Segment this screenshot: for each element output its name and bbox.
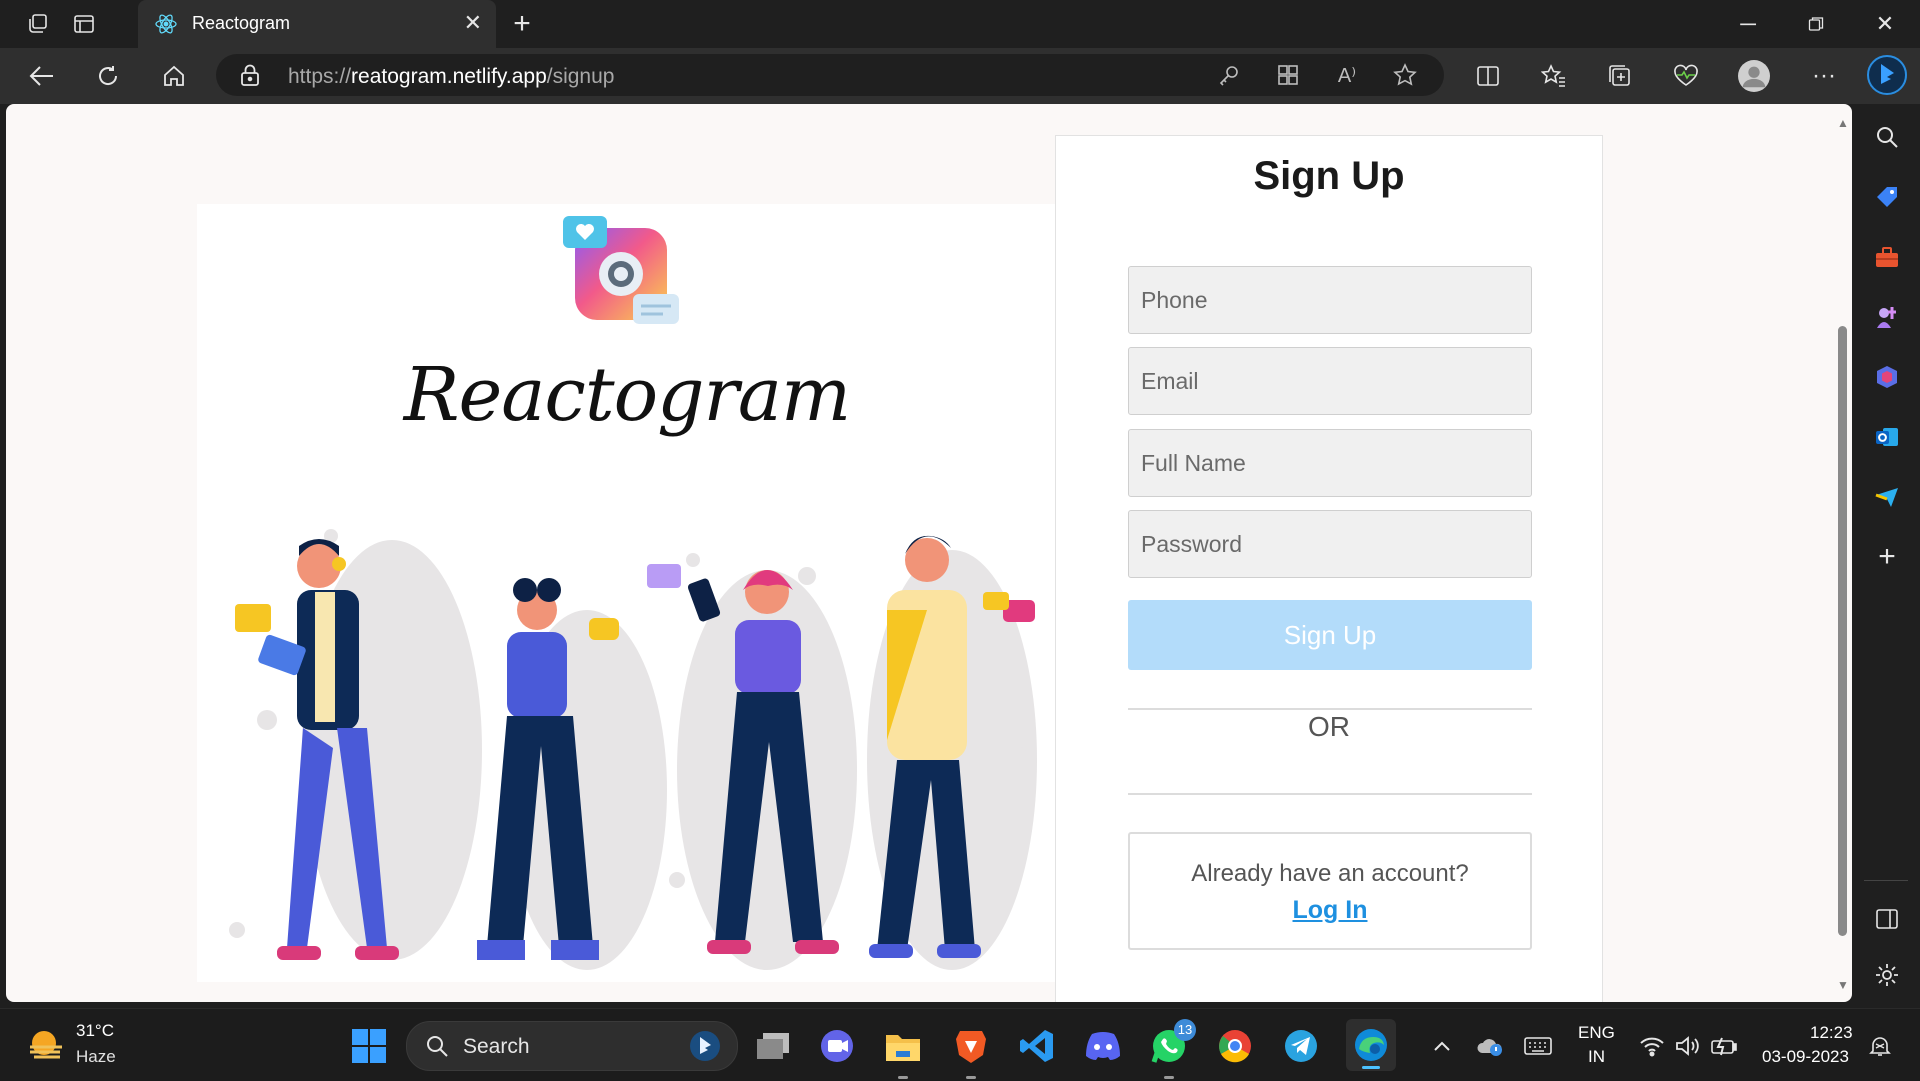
apps-icon[interactable]	[1275, 63, 1301, 87]
teams-chat-icon[interactable]	[818, 1027, 856, 1065]
collections-icon[interactable]	[1604, 61, 1636, 91]
tools-icon[interactable]	[1872, 242, 1902, 272]
password-input[interactable]	[1128, 510, 1532, 578]
reactogram-logo	[563, 216, 679, 324]
people-illustration	[229, 529, 1037, 970]
shopping-tag-icon[interactable]	[1872, 182, 1902, 212]
discord-icon[interactable]	[1084, 1027, 1122, 1065]
divider-top	[1128, 708, 1532, 710]
scrollbar-thumb[interactable]	[1838, 326, 1847, 936]
vscode-icon[interactable]	[1018, 1027, 1056, 1065]
whatsapp-running-indicator	[1164, 1076, 1174, 1079]
home-icon[interactable]	[158, 61, 190, 91]
refresh-icon[interactable]	[92, 61, 124, 91]
tab-title: Reactogram	[192, 13, 291, 33]
illustration-panel: Reactogram	[197, 204, 1057, 982]
outlook-icon[interactable]	[1872, 422, 1902, 452]
divider-bottom	[1128, 793, 1532, 795]
explorer-running-indicator	[898, 1076, 908, 1079]
sidebar-divider	[1864, 880, 1908, 881]
profile-icon[interactable]	[1738, 60, 1770, 92]
search-icon[interactable]	[1872, 122, 1902, 152]
whatsapp-badge: 13	[1174, 1019, 1196, 1041]
brave-running-indicator	[966, 1076, 976, 1079]
games-icon[interactable]	[1872, 302, 1902, 332]
minimize-button[interactable]: ─	[1733, 10, 1763, 38]
react-favicon-icon	[155, 14, 177, 34]
keyboard-icon[interactable]	[1524, 1033, 1552, 1059]
restore-button[interactable]	[1801, 10, 1831, 38]
onedrive-icon[interactable]	[1476, 1033, 1504, 1059]
sidebar-toggle-icon[interactable]	[1872, 904, 1902, 934]
favorite-star-icon[interactable]	[1392, 63, 1418, 87]
page-viewport: Reactogram Sign Up Phone Email Full Name…	[6, 104, 1852, 1002]
bing-search-icon[interactable]	[689, 1030, 721, 1062]
send-icon[interactable]	[1872, 482, 1902, 512]
workspaces-icon[interactable]	[24, 10, 52, 38]
windows-start-icon[interactable]	[350, 1027, 388, 1065]
battery-icon[interactable]	[1710, 1033, 1738, 1059]
show-hidden-icons-chevron-icon[interactable]	[1428, 1033, 1456, 1059]
signup-card: Sign Up Sign Up OR Already have an accou…	[1055, 135, 1603, 1002]
split-screen-icon[interactable]	[1472, 61, 1504, 91]
task-view-icon[interactable]	[754, 1027, 792, 1065]
read-aloud-icon[interactable]: A⁾	[1334, 63, 1360, 87]
tab-actions-icon[interactable]	[70, 10, 98, 38]
brave-browser-icon[interactable]	[952, 1027, 990, 1079]
login-prompt-text: Already have an account?	[1191, 860, 1469, 887]
file-explorer-icon[interactable]	[884, 1027, 922, 1079]
weather-description[interactable]: Haze	[76, 1047, 116, 1067]
brand-wordmark: Reactogram	[403, 352, 851, 438]
whatsapp-icon[interactable]: 13	[1150, 1019, 1196, 1079]
settings-icon[interactable]	[1872, 960, 1902, 990]
scroll-up-arrow-icon[interactable]: ▲	[1836, 116, 1850, 130]
telegram-icon[interactable]	[1282, 1027, 1320, 1065]
or-divider-text: OR	[1308, 711, 1350, 742]
weather-temperature[interactable]: 31°C	[76, 1021, 114, 1041]
lock-icon[interactable]	[240, 64, 260, 86]
bing-icon[interactable]	[1866, 54, 1908, 96]
more-icon[interactable]: ···	[1808, 61, 1840, 91]
language-indicator-line1[interactable]: ENG	[1578, 1023, 1615, 1043]
address-bar[interactable]: https://reatogram.netlify.app/signup A⁾	[216, 54, 1444, 96]
close-tab-icon[interactable]: ✕	[464, 12, 482, 34]
edge-browser-icon[interactable]	[1346, 1019, 1396, 1071]
windows-taskbar: 31°C Haze Search 13 ENG IN 12:23 03-09-2…	[0, 1008, 1920, 1081]
url-text[interactable]: https://reatogram.netlify.app/signup	[288, 65, 614, 89]
add-icon[interactable]: +	[1872, 540, 1902, 573]
chrome-icon[interactable]	[1216, 1027, 1254, 1065]
scroll-down-arrow-icon[interactable]: ▼	[1836, 978, 1850, 992]
edge-sidebar: +	[1852, 104, 1920, 1002]
login-link[interactable]: Log In	[1130, 896, 1530, 925]
login-prompt-box: Already have an account? Log In	[1128, 832, 1532, 950]
volume-icon[interactable]	[1674, 1033, 1702, 1059]
wifi-icon[interactable]	[1638, 1033, 1666, 1059]
clock-time[interactable]: 12:23	[1810, 1023, 1853, 1043]
key-icon[interactable]	[1216, 63, 1242, 87]
fullname-input[interactable]	[1128, 429, 1532, 497]
active-tab[interactable]: Reactogram ✕	[138, 0, 496, 48]
back-icon[interactable]	[26, 61, 58, 91]
new-tab-icon[interactable]: +	[508, 7, 536, 40]
signup-button[interactable]: Sign Up	[1128, 600, 1532, 670]
phone-input[interactable]	[1128, 266, 1532, 334]
taskbar-search-box[interactable]: Search	[406, 1021, 738, 1071]
taskbar-search-icon	[427, 1036, 448, 1057]
browser-nav-bar: https://reatogram.netlify.app/signup A⁾ …	[0, 48, 1920, 104]
close-window-button[interactable]: ✕	[1870, 10, 1900, 38]
favorites-icon[interactable]	[1538, 61, 1570, 91]
taskbar-search-label: Search	[463, 1035, 530, 1058]
language-indicator-line2[interactable]: IN	[1588, 1047, 1605, 1067]
health-icon[interactable]	[1670, 61, 1702, 91]
edge-active-indicator	[1362, 1066, 1380, 1069]
email-input[interactable]	[1128, 347, 1532, 415]
weather-icon[interactable]	[26, 1027, 66, 1063]
browser-title-bar: Reactogram ✕ + ─ ✕	[0, 0, 1920, 48]
notifications-icon[interactable]	[1866, 1033, 1894, 1059]
clock-date[interactable]: 03-09-2023	[1762, 1047, 1849, 1067]
form-title: Sign Up	[1253, 154, 1405, 198]
office-icon[interactable]	[1872, 362, 1902, 392]
